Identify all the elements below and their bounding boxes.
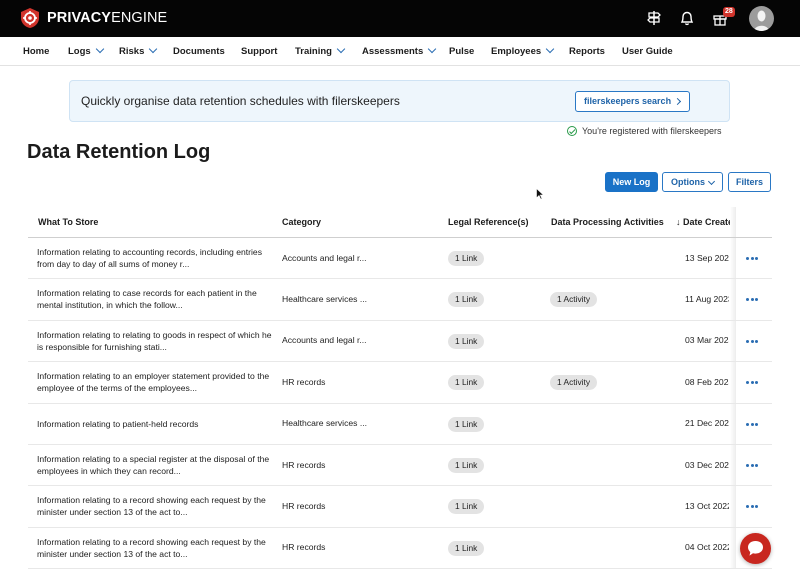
- chevron-down-icon: [149, 44, 158, 54]
- cell-date-created: 13 Oct 2022: [685, 500, 729, 511]
- cell-category: HR records: [282, 459, 326, 470]
- bell-icon[interactable]: [678, 9, 696, 27]
- nav-logs[interactable]: Logs: [68, 37, 104, 66]
- chevron-down-icon: [707, 177, 716, 186]
- shield-logo-icon: [21, 8, 39, 28]
- legal-reference-chip[interactable]: 1 Link: [448, 333, 485, 349]
- chat-launcher-button[interactable]: [740, 533, 771, 564]
- cell-what-to-store: Information relating to relating to good…: [37, 329, 272, 352]
- chevron-right-icon: [673, 97, 682, 106]
- cell-date-created: 03 Dec 2022: [685, 459, 729, 470]
- cell-category: Healthcare services ...: [282, 293, 368, 304]
- new-log-button[interactable]: New Log: [605, 172, 658, 192]
- cell-category: HR records: [282, 500, 326, 511]
- cell-what-to-store: Information relating to a special regist…: [37, 454, 270, 476]
- column-header-data-processing-activities[interactable]: Data Processing Activities: [551, 207, 664, 237]
- signpost-icon[interactable]: [645, 9, 663, 27]
- column-header-legal-references[interactable]: Legal Reference(s): [448, 207, 529, 237]
- row-actions-more-icon[interactable]: [746, 339, 758, 343]
- notification-badge: 28: [723, 7, 735, 17]
- legal-reference-chip[interactable]: 1 Link: [448, 251, 485, 266]
- table-row[interactable]: Information relating to a record showing…: [28, 528, 772, 569]
- nav-user-guide[interactable]: User Guide: [622, 37, 673, 66]
- table-row[interactable]: Information relating to case records for…: [28, 279, 772, 321]
- table-row[interactable]: Information relating to accounting recor…: [28, 238, 772, 280]
- cell-what-to-store: Information relating to a record showing…: [37, 536, 266, 559]
- main-nav: Home Logs Risks Documents Support Traini…: [0, 37, 800, 66]
- sort-descending-icon: ↓: [676, 217, 681, 227]
- cell-category: Healthcare services ...: [282, 418, 368, 429]
- cell-category: Accounts and legal r...: [282, 335, 367, 346]
- filerskeepers-banner: Quickly organise data retention schedule…: [69, 80, 730, 122]
- row-actions-more-icon[interactable]: [746, 381, 758, 385]
- legal-reference-chip[interactable]: 1 Link: [448, 292, 485, 308]
- banner-text: Quickly organise data retention schedule…: [81, 94, 400, 108]
- cell-what-to-store: Information relating to patient-held rec…: [37, 419, 199, 430]
- legal-reference-chip[interactable]: 1 Link: [448, 458, 485, 473]
- column-header-date-created[interactable]: ↓ Date Created: [676, 207, 730, 237]
- legal-reference-chip[interactable]: 1 Link: [448, 499, 485, 515]
- nav-home[interactable]: Home: [23, 37, 49, 66]
- row-actions-more-icon[interactable]: [746, 505, 758, 509]
- top-bar: PRIVACYENGINE 28: [0, 0, 800, 37]
- row-actions-more-icon[interactable]: [746, 298, 758, 302]
- avatar[interactable]: [749, 6, 774, 31]
- privacyengine-logo[interactable]: PRIVACYENGINE: [19, 7, 167, 29]
- retention-log-table: What To Store Category Legal Reference(s…: [28, 207, 772, 569]
- row-actions-more-icon[interactable]: [746, 464, 758, 467]
- cell-date-created: 21 Dec 2022: [685, 418, 729, 429]
- nav-risks[interactable]: Risks: [119, 37, 158, 66]
- cell-date-created: 03 Mar 2023: [685, 335, 729, 346]
- column-header-category[interactable]: Category: [282, 207, 321, 237]
- table-row[interactable]: Information relating to patient-held rec…: [28, 404, 772, 445]
- cell-what-to-store: Information relating to an employer stat…: [37, 371, 270, 394]
- filters-button[interactable]: Filters: [728, 172, 771, 192]
- row-actions-more-icon[interactable]: [746, 422, 758, 426]
- chevron-down-icon: [95, 44, 104, 54]
- options-dropdown-button[interactable]: Options: [662, 172, 723, 192]
- page-title: Data Retention Log: [27, 141, 211, 163]
- cell-what-to-store: Information relating to accounting recor…: [37, 247, 262, 269]
- chat-bubble-icon: [748, 541, 763, 556]
- cell-category: Accounts and legal r...: [282, 252, 367, 263]
- cell-date-created: 13 Sep 2023: [685, 252, 729, 263]
- mouse-cursor-icon: [536, 188, 544, 200]
- processing-activity-chip[interactable]: 1 Activity: [550, 292, 598, 308]
- cell-date-created: 04 Oct 2022: [685, 542, 729, 553]
- legal-reference-chip[interactable]: 1 Link: [448, 540, 485, 556]
- table-row[interactable]: Information relating to a special regist…: [28, 445, 772, 487]
- filerskeepers-search-button[interactable]: filerskeepers search: [575, 91, 690, 112]
- processing-activity-chip[interactable]: 1 Activity: [550, 375, 598, 391]
- table-row[interactable]: Information relating to an employer stat…: [28, 362, 772, 404]
- table-row[interactable]: Information relating to relating to good…: [28, 321, 772, 363]
- nav-training[interactable]: Training: [295, 37, 346, 66]
- chevron-down-icon: [336, 44, 346, 54]
- cell-category: HR records: [282, 542, 326, 553]
- nav-reports[interactable]: Reports: [569, 37, 605, 66]
- user-avatar-icon: [754, 10, 769, 31]
- table-row[interactable]: Information relating to a record showing…: [28, 486, 772, 528]
- logo-text: PRIVACYENGINE: [47, 10, 168, 26]
- cell-category: HR records: [282, 376, 326, 387]
- check-circle-icon: [567, 126, 577, 136]
- chevron-down-icon: [428, 44, 437, 54]
- nav-support[interactable]: Support: [241, 37, 277, 66]
- cell-what-to-store: Information relating to a record showing…: [37, 495, 266, 518]
- legal-reference-chip[interactable]: 1 Link: [448, 375, 485, 391]
- nav-employees[interactable]: Employees: [491, 37, 555, 66]
- nav-pulse[interactable]: Pulse: [449, 37, 474, 66]
- nav-documents[interactable]: Documents: [173, 37, 225, 66]
- chevron-down-icon: [545, 44, 555, 54]
- legal-reference-chip[interactable]: 1 Link: [448, 416, 485, 432]
- column-header-what-to-store[interactable]: What To Store: [38, 207, 98, 237]
- nav-assessments[interactable]: Assessments: [362, 37, 437, 66]
- registration-status: You're registered with filerskeepers: [567, 126, 721, 136]
- row-actions-more-icon[interactable]: [746, 257, 758, 260]
- cell-date-created: 08 Feb 2023: [685, 376, 729, 387]
- cell-date-created: 11 Aug 2023: [685, 293, 729, 304]
- cell-what-to-store: Information relating to case records for…: [37, 288, 257, 311]
